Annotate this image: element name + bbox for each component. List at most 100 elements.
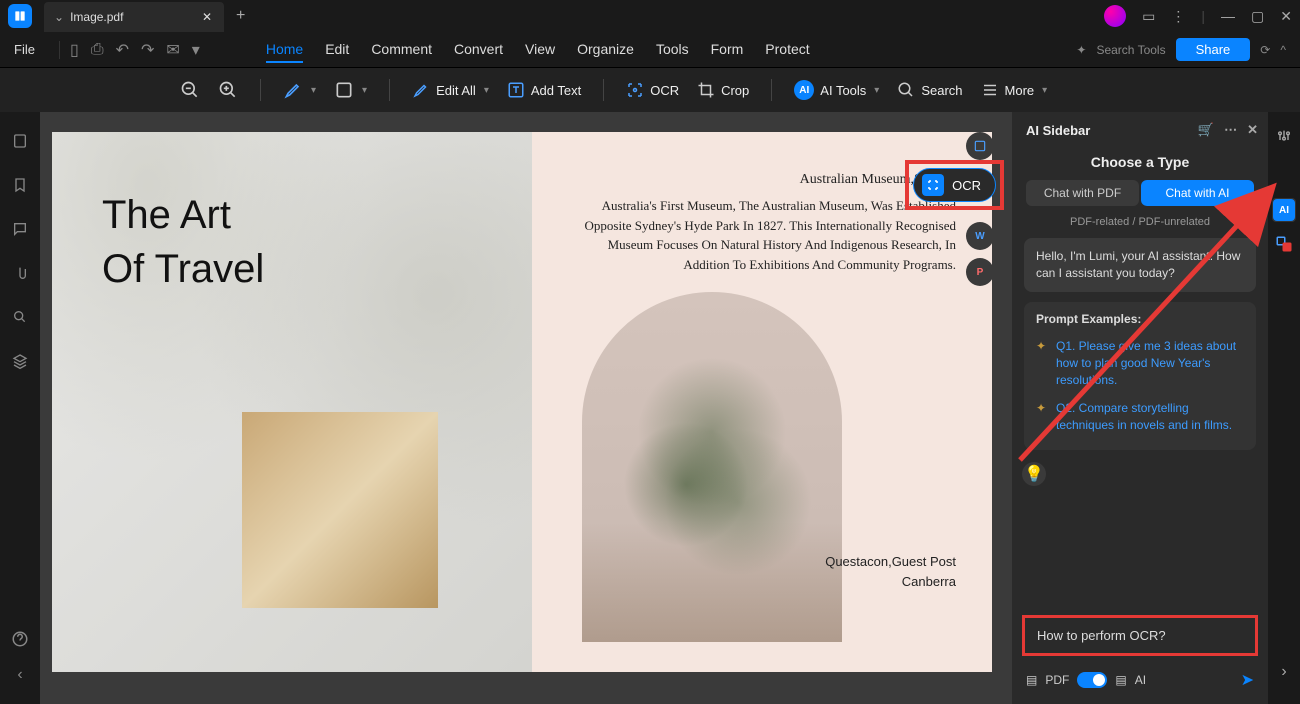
lightbulb-icon[interactable]: 💡 (1022, 462, 1046, 486)
menu-protect[interactable]: Protect (765, 37, 809, 63)
kebab-icon[interactable]: ⋮ (1171, 8, 1185, 25)
ai-chat-input[interactable] (1027, 620, 1253, 651)
translate-icon[interactable] (1272, 232, 1296, 256)
more-button[interactable]: More▾ (981, 81, 1048, 99)
sidebar-title: AI Sidebar (1026, 123, 1090, 138)
print-icon[interactable]: ⎙ (91, 41, 104, 59)
menu-tools[interactable]: Tools (656, 37, 689, 63)
crop-button[interactable]: Crop (697, 81, 749, 99)
ocr-pill-label: OCR (952, 178, 981, 193)
redo-icon[interactable]: ↷ (141, 40, 154, 60)
user-avatar[interactable] (1104, 5, 1126, 27)
input-highlight-annotation (1022, 615, 1258, 656)
close-tab-icon[interactable]: ✕ (200, 8, 214, 26)
search-button[interactable]: Search (897, 81, 962, 99)
prompt-examples: Prompt Examples: Q1. Please give me 3 id… (1024, 302, 1256, 450)
example-q1[interactable]: Q1. Please give me 3 ideas about how to … (1036, 332, 1244, 394)
search-rail-icon[interactable] (11, 308, 29, 326)
menu-view[interactable]: View (525, 37, 555, 63)
pdf-related-label: PDF-related / PDF-unrelated (1012, 216, 1268, 238)
collapse-icon[interactable]: ^ (1280, 43, 1286, 57)
bookmark-icon[interactable] (11, 176, 29, 194)
doc-plant-image (582, 292, 842, 642)
float-screenshot-icon[interactable] (966, 132, 994, 160)
send-button[interactable]: ➤ (1241, 670, 1254, 690)
more-options-icon[interactable]: ⋯ (1224, 122, 1237, 138)
toolbar: ▾ ▾ Edit All▾ Add Text OCR Crop AIAI Too… (0, 68, 1300, 112)
close-window-button[interactable]: ✕ (1280, 8, 1292, 25)
right-rail: AI › (1268, 112, 1300, 704)
menu-convert[interactable]: Convert (454, 37, 503, 63)
menu-edit[interactable]: Edit (325, 37, 349, 63)
ai-foot-icon: ▤ (1115, 673, 1126, 687)
attachment-icon[interactable] (11, 264, 29, 282)
doc-body: Australia's First Museum, The Australian… (568, 196, 956, 274)
minimize-button[interactable]: — (1221, 8, 1235, 24)
maximize-button[interactable]: ▢ (1251, 8, 1264, 25)
file-menu[interactable]: File (14, 42, 35, 57)
comment-icon[interactable] (11, 220, 29, 238)
share-button[interactable]: Share (1176, 38, 1251, 61)
zoom-in-button[interactable] (218, 80, 238, 100)
doc-title: The ArtOf Travel (102, 188, 482, 296)
menu-home[interactable]: Home (266, 37, 303, 63)
collapse-rail-icon[interactable]: ‹ (11, 666, 29, 684)
chat-icon[interactable]: ▭ (1142, 8, 1155, 25)
left-rail: ‹ (0, 112, 40, 704)
search-tools-label[interactable]: Search Tools (1096, 43, 1165, 57)
ocr-pill-icon (922, 174, 944, 196)
ai-rail-button[interactable]: AI (1272, 198, 1296, 222)
layers-icon[interactable] (11, 352, 29, 370)
pdf-toggle[interactable] (1077, 672, 1107, 688)
doc-location-2: Questacon,Guest PostCanberra (825, 552, 956, 591)
file-row: File ▯ ⎙ ↶ ↷ ✉ ▾ Home Edit Comment Conve… (0, 32, 1300, 68)
undo-icon[interactable]: ↶ (116, 40, 129, 60)
dropdown-icon[interactable]: ▾ (192, 40, 200, 60)
cart-icon[interactable]: 🛒 (1198, 122, 1214, 138)
expand-rail-icon[interactable]: › (1272, 660, 1296, 684)
doc-photo (242, 412, 438, 608)
choose-type-label: Choose a Type (1012, 148, 1268, 180)
ai-greeting-message: Hello, I'm Lumi, your AI assistant. How … (1024, 238, 1256, 292)
edit-all-button[interactable]: Edit All▾ (412, 81, 489, 99)
add-tab-button[interactable]: + (232, 3, 249, 29)
ocr-button[interactable]: OCR (626, 81, 679, 99)
tab-title: Image.pdf (70, 10, 123, 24)
shape-button[interactable]: ▾ (334, 80, 367, 100)
menu-form[interactable]: Form (711, 37, 744, 63)
cloud-icon[interactable]: ⟳ (1260, 43, 1270, 57)
zoom-out-button[interactable] (180, 80, 200, 100)
tab-chevron-icon: ⌄ (54, 10, 64, 24)
ocr-pill-button[interactable]: OCR (913, 168, 996, 202)
open-icon[interactable]: ▯ (70, 40, 79, 60)
foot-ai-label: AI (1135, 673, 1146, 687)
examples-title: Prompt Examples: (1036, 312, 1244, 326)
menu-tabs: Home Edit Comment Convert View Organize … (266, 37, 810, 63)
float-word-icon[interactable]: W (966, 222, 994, 250)
window-controls: ▭ ⋮ | — ▢ ✕ (1104, 5, 1292, 27)
ocr-highlight-annotation: OCR (905, 160, 1004, 210)
close-sidebar-icon[interactable]: ✕ (1247, 122, 1258, 138)
menu-organize[interactable]: Organize (577, 37, 634, 63)
help-icon[interactable] (11, 630, 29, 648)
ai-tools-button[interactable]: AIAI Tools▾ (794, 80, 879, 100)
document-tab[interactable]: ⌄ Image.pdf ✕ (44, 2, 224, 32)
mail-icon[interactable]: ✉ (166, 40, 179, 60)
app-logo (8, 4, 32, 28)
menu-comment[interactable]: Comment (371, 37, 432, 63)
thumbnails-icon[interactable] (11, 132, 29, 150)
sidebar-footer: ▤ PDF ▤ AI ➤ (1012, 662, 1268, 704)
search-tools-icon: ✦ (1076, 43, 1086, 57)
doc-location-1: Australian Museum,Sydney (568, 172, 956, 188)
pdf-icon: ▤ (1026, 673, 1037, 687)
add-text-button[interactable]: Add Text (507, 81, 581, 99)
tab-chat-ai[interactable]: Chat with AI (1141, 180, 1254, 206)
float-ppt-icon[interactable]: P (966, 258, 994, 286)
tab-chat-pdf[interactable]: Chat with PDF (1026, 180, 1139, 206)
page: The ArtOf Travel Australian Museum,Sydne… (52, 132, 992, 672)
example-q2[interactable]: Q2. Compare storytelling techniques in n… (1036, 394, 1244, 440)
foot-pdf-label: PDF (1045, 673, 1069, 687)
highlight-button[interactable]: ▾ (283, 80, 316, 100)
settings-icon[interactable] (1272, 124, 1296, 148)
ai-sidebar: AI Sidebar 🛒 ⋯ ✕ Choose a Type Chat with… (1012, 112, 1268, 704)
